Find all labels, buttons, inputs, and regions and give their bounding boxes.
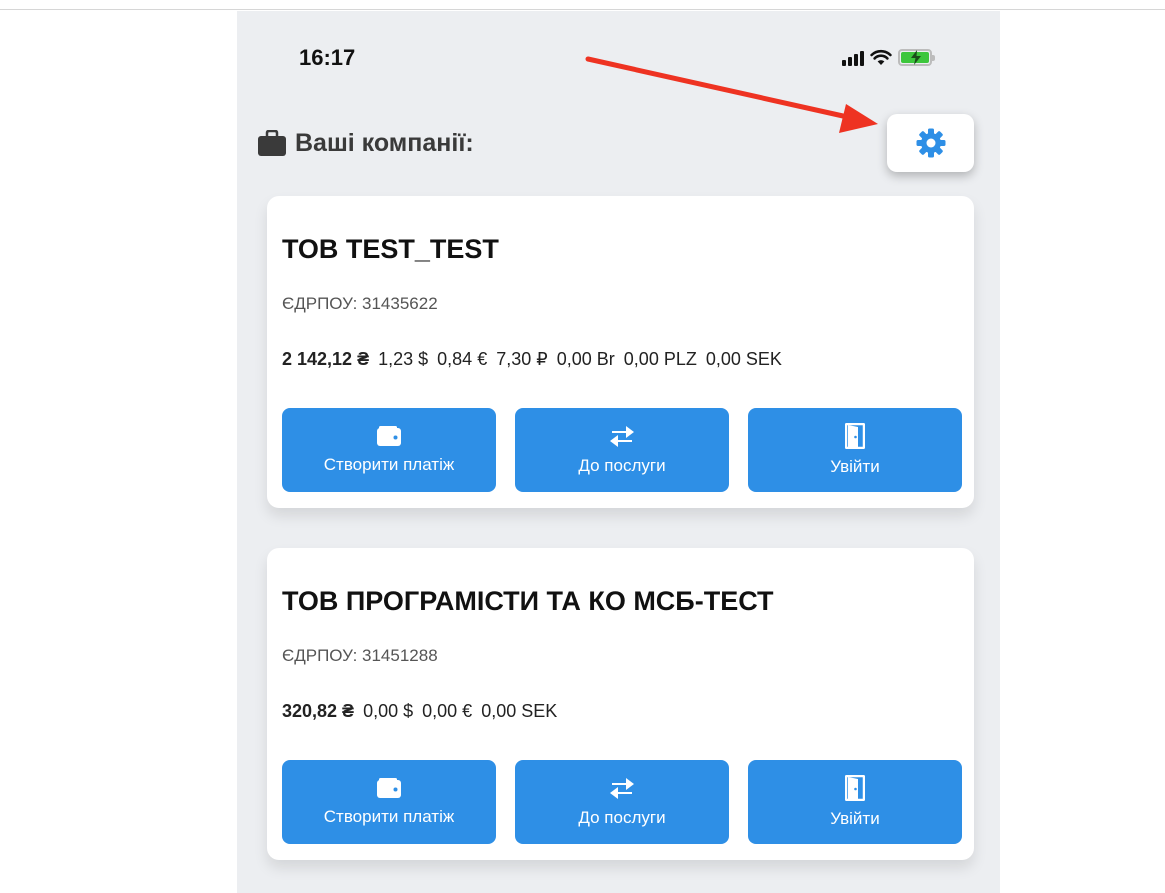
balance-sek: 0,00 SEK <box>481 701 558 721</box>
balance-eur: 0,00 € <box>422 701 473 721</box>
balance-plz: 0,00 PLZ <box>623 349 697 369</box>
company-card: ТОВ ПРОГРАМІСТИ ТА КО МСБ-ТЕСТ ЄДРПОУ: 3… <box>267 548 974 860</box>
wallet-icon <box>377 426 401 446</box>
settings-button[interactable] <box>887 114 974 172</box>
balance-eur: 0,84 € <box>437 349 488 369</box>
action-label: Увійти <box>830 809 880 828</box>
login-button[interactable]: Увійти <box>748 408 962 492</box>
company-name: ТОВ ПРОГРАМІСТИ ТА КО МСБ-ТЕСТ <box>282 586 774 616</box>
company-balances: 320,82 ₴ 0,00 $ 0,00 € 0,00 SEK <box>282 701 561 722</box>
page-title: Ваші компанії: <box>295 129 474 157</box>
door-icon <box>845 423 865 449</box>
window-top-border <box>0 0 1165 10</box>
status-icons <box>842 49 935 66</box>
battery-icon <box>898 49 935 66</box>
go-to-service-button[interactable]: До послуги <box>515 408 729 492</box>
exchange-icon <box>610 778 634 799</box>
company-edrpou: ЄДРПОУ: 31451288 <box>282 646 438 665</box>
create-payment-button[interactable]: Створити платіж <box>282 408 496 492</box>
wifi-icon <box>870 49 892 65</box>
balance-rub: 7,30 ₽ <box>496 349 548 369</box>
companies-header: Ваші компанії: <box>257 129 474 158</box>
balance-usd: 0,00 $ <box>363 701 414 721</box>
door-icon <box>845 775 865 801</box>
company-card: ТОВ TEST_TEST ЄДРПОУ: 31435622 2 142,12 … <box>267 196 974 508</box>
action-label: До послуги <box>578 808 666 827</box>
company-actions: Створити платіж До послуги Увійти <box>282 760 962 844</box>
balance-usd: 1,23 $ <box>378 349 429 369</box>
company-edrpou: ЄДРПОУ: 31435622 <box>282 294 438 313</box>
phone-screen: 16:17 Ваші компанії: ТОВ TEST_TEST ЄДРПО… <box>237 11 1000 893</box>
company-name: ТОВ TEST_TEST <box>282 234 499 264</box>
signal-icon <box>842 50 864 66</box>
balance-byn: 0,00 Br <box>556 349 615 369</box>
company-balances: 2 142,12 ₴ 1,23 $ 0,84 € 7,30 ₽ 0,00 Br … <box>282 349 786 370</box>
login-button[interactable]: Увійти <box>748 760 962 844</box>
gear-icon <box>916 128 945 158</box>
action-label: До послуги <box>578 456 666 475</box>
wallet-icon <box>377 778 401 798</box>
status-time: 16:17 <box>299 45 356 70</box>
company-actions: Створити платіж До послуги Увійти <box>282 408 962 492</box>
go-to-service-button[interactable]: До послуги <box>515 760 729 844</box>
action-label: Створити платіж <box>323 807 455 826</box>
balance-uah: 2 142,12 ₴ <box>282 349 370 369</box>
create-payment-button[interactable]: Створити платіж <box>282 760 496 844</box>
balance-sek: 0,00 SEK <box>705 349 782 369</box>
status-bar: 16:17 <box>237 11 1000 101</box>
action-label: Увійти <box>830 457 880 476</box>
action-label: Створити платіж <box>323 455 455 474</box>
exchange-icon <box>610 426 634 447</box>
briefcase-icon <box>258 130 286 156</box>
balance-uah: 320,82 ₴ <box>282 701 355 721</box>
